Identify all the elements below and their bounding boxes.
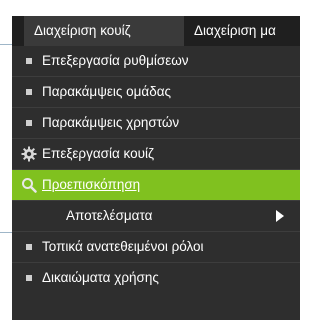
menu-item-edit-quiz[interactable]: Επεξεργασία κουίζ: [12, 139, 300, 169]
menu-item-label: Δικαιώματα χρήσης: [42, 270, 159, 285]
menu-item-label: Προεπισκόπηση: [42, 177, 141, 192]
menu-item-label: Τοπικά ανατεθειμένοι ρόλοι: [42, 239, 204, 254]
menu-item-label: Αποτελέσματα: [66, 208, 153, 223]
bullet-icon: [26, 244, 32, 250]
menu-item-label: Επεξεργασία κουίζ: [42, 146, 154, 161]
bullet-icon: [26, 89, 32, 95]
background-rule: [0, 44, 12, 45]
gear-icon: [21, 146, 37, 162]
menu-item-user-overrides[interactable]: Παρακάμψεις χρηστών: [12, 108, 300, 138]
search-icon: [22, 178, 37, 193]
menu-item-preview[interactable]: Προεπισκόπηση: [12, 170, 300, 200]
background-rule: [0, 232, 12, 233]
admin-tab-bar: Διαχείριση κουίζ Διαχείριση μα: [12, 16, 300, 47]
menu-item-local-roles[interactable]: Τοπικά ανατεθειμένοι ρόλοι: [12, 232, 300, 262]
quiz-administration-menu: Επεξεργασία ρυθμίσεων Παρακάμψεις ομάδας…: [12, 46, 300, 320]
menu-item-label: Παρακάμψεις ομάδας: [42, 84, 172, 99]
bullet-icon: [26, 58, 32, 64]
tab-quiz-administration[interactable]: Διαχείριση κουίζ: [24, 16, 184, 46]
menu-item-permissions[interactable]: Δικαιώματα χρήσης: [12, 263, 300, 293]
menu-item-edit-settings[interactable]: Επεξεργασία ρυθμίσεων: [12, 46, 300, 76]
tab-course-administration[interactable]: Διαχείριση μα: [190, 16, 310, 46]
menu-item-results[interactable]: Αποτελέσματα: [12, 201, 300, 231]
chevron-right-icon: [276, 210, 284, 222]
bullet-icon: [26, 120, 32, 126]
menu-item-group-overrides[interactable]: Παρακάμψεις ομάδας: [12, 77, 300, 107]
menu-item-label: Επεξεργασία ρυθμίσεων: [42, 53, 189, 68]
menu-item-label: Παρακάμψεις χρηστών: [42, 115, 180, 130]
bullet-icon: [26, 275, 32, 281]
